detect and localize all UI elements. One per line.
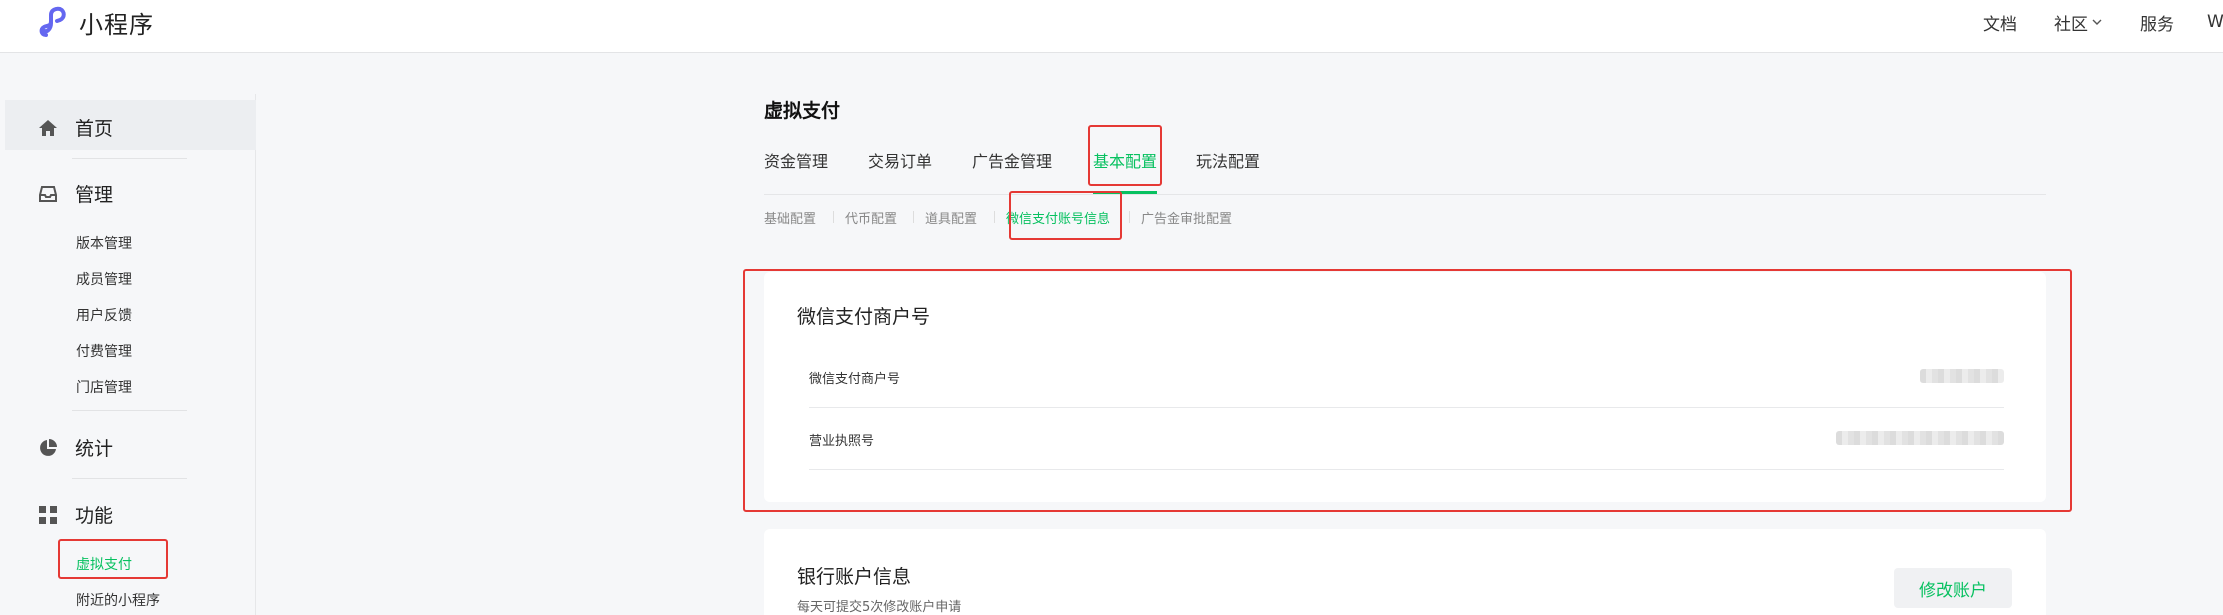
sidebar-item-members[interactable]: 成员管理 xyxy=(76,269,132,289)
home-icon xyxy=(39,119,57,136)
subtab-separator xyxy=(1129,211,1130,223)
tab-orders[interactable]: 交易订单 xyxy=(868,148,932,172)
sidebar-item-feedback[interactable]: 用户反馈 xyxy=(76,305,132,325)
highlight-box-virtual-pay xyxy=(58,539,168,579)
sidebar-item-home[interactable]: 首页 xyxy=(37,114,113,141)
sidebar-item-version[interactable]: 版本管理 xyxy=(76,233,132,253)
sidebar-item-stats[interactable]: 统计 xyxy=(37,434,113,461)
sidebar-item-manage[interactable]: 管理 xyxy=(37,180,113,207)
top-bar: 小程序 文档 社区 服务 W xyxy=(0,0,2223,53)
sidebar-item-features[interactable]: 功能 xyxy=(37,501,113,528)
subtab-currency[interactable]: 代币配置 xyxy=(845,208,897,227)
sidebar-item-nearby[interactable]: 附近的小程序 xyxy=(76,590,160,610)
inbox-icon xyxy=(39,185,57,202)
subtab-basic[interactable]: 基础配置 xyxy=(764,208,816,227)
highlight-box-wechat-pay-account xyxy=(1009,191,1122,240)
tab-gameplay-config[interactable]: 玩法配置 xyxy=(1196,148,1260,172)
highlight-box-basic-config xyxy=(1088,125,1162,186)
sidebar-divider-line xyxy=(72,158,187,159)
subtab-separator xyxy=(913,211,914,223)
pie-chart-icon xyxy=(40,438,57,456)
subtab-separator xyxy=(833,211,834,223)
subtab-separator xyxy=(994,211,995,223)
bank-card-hint: 每天可提交5次修改账户申请 xyxy=(797,600,962,615)
highlight-box-merchant-card xyxy=(743,269,2072,512)
subtab-items[interactable]: 道具配置 xyxy=(925,208,977,227)
brand[interactable]: 小程序 xyxy=(37,4,154,40)
chevron-down-icon xyxy=(2092,19,2102,25)
subtab-ad-approval[interactable]: 广告金审批配置 xyxy=(1141,208,1232,227)
brand-name: 小程序 xyxy=(79,10,154,39)
topnav-docs[interactable]: 文档 xyxy=(1983,0,2017,44)
sidebar-divider-line xyxy=(72,478,187,479)
topnav-services[interactable]: 服务 xyxy=(2140,0,2174,44)
tab-ad-funds[interactable]: 广告金管理 xyxy=(972,148,1052,172)
topnav-community[interactable]: 社区 xyxy=(2054,0,2103,44)
page-title: 虚拟支付 xyxy=(764,100,841,122)
sidebar-divider-line xyxy=(72,410,187,411)
sidebar-item-payment[interactable]: 付费管理 xyxy=(76,341,132,361)
sidebar-item-stores[interactable]: 门店管理 xyxy=(76,377,132,397)
tab-funds[interactable]: 资金管理 xyxy=(764,148,828,172)
sidebar-divider xyxy=(255,94,256,615)
topnav-account[interactable]: W xyxy=(2207,0,2223,44)
modify-account-button[interactable]: 修改账户 xyxy=(1894,568,2012,608)
grid-icon xyxy=(39,505,57,524)
miniprogram-logo-icon xyxy=(39,6,66,37)
tabs-baseline xyxy=(764,194,2046,195)
bank-card-title: 银行账户信息 xyxy=(797,566,912,588)
